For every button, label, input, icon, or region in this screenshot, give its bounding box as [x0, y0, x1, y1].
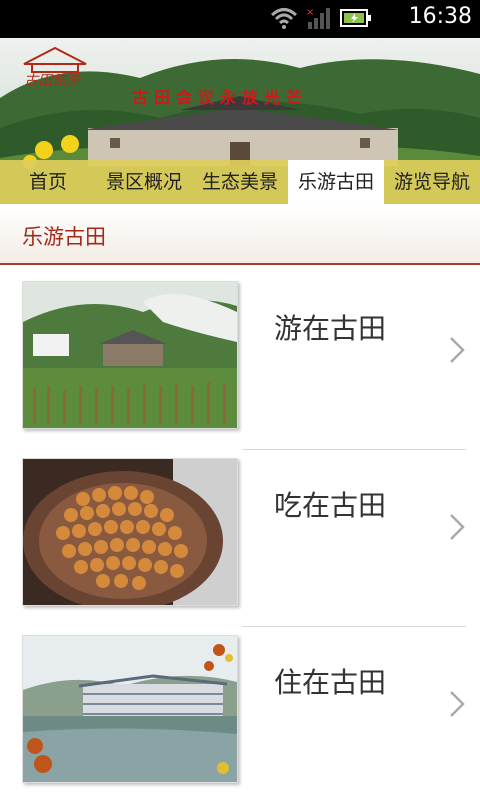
- nav-item-leisure[interactable]: 乐游古田: [288, 160, 384, 204]
- nav-item-overview[interactable]: 景区概况: [96, 160, 192, 204]
- logo-text: 古田旅游: [24, 73, 80, 89]
- status-time: 16:38: [408, 4, 472, 29]
- list-item-travel[interactable]: 游在古田: [0, 281, 480, 451]
- nav-item-scenery[interactable]: 生态美景: [192, 160, 288, 204]
- food-photo-icon: [22, 458, 238, 606]
- hotel-photo-icon: [22, 635, 238, 783]
- list-item-label: 游在古田: [274, 312, 387, 345]
- banner-caption: 古田会议永放光芒: [132, 88, 309, 107]
- signal-icon: ×: [306, 7, 330, 29]
- divider: [242, 626, 466, 627]
- divider: [242, 449, 466, 450]
- svg-text:×: ×: [306, 7, 314, 18]
- status-icons: ×: [270, 6, 372, 30]
- wifi-icon: [270, 8, 298, 29]
- list-item-food[interactable]: 吃在古田: [0, 458, 480, 628]
- list-item-label: 吃在古田: [274, 489, 387, 522]
- battery-icon: [340, 9, 371, 27]
- section-title: 乐游古田: [22, 225, 106, 249]
- nav-item-guide[interactable]: 游览导航: [384, 160, 480, 204]
- top-nav: 首页 景区概况 生态美景 乐游古田 游览导航: [0, 160, 480, 204]
- logo: 古田旅游: [18, 44, 92, 92]
- list-item-label: 住在古田: [274, 666, 387, 699]
- chevron-right-icon: [450, 514, 465, 540]
- list-item-stay[interactable]: 住在古田: [0, 635, 480, 805]
- status-bar: × 16:38: [0, 0, 480, 38]
- chevron-right-icon: [450, 691, 465, 717]
- nav-item-home[interactable]: 首页: [0, 160, 96, 204]
- village-photo-icon: [22, 281, 238, 429]
- section-header: 乐游古田: [0, 205, 480, 265]
- chevron-right-icon: [450, 337, 465, 363]
